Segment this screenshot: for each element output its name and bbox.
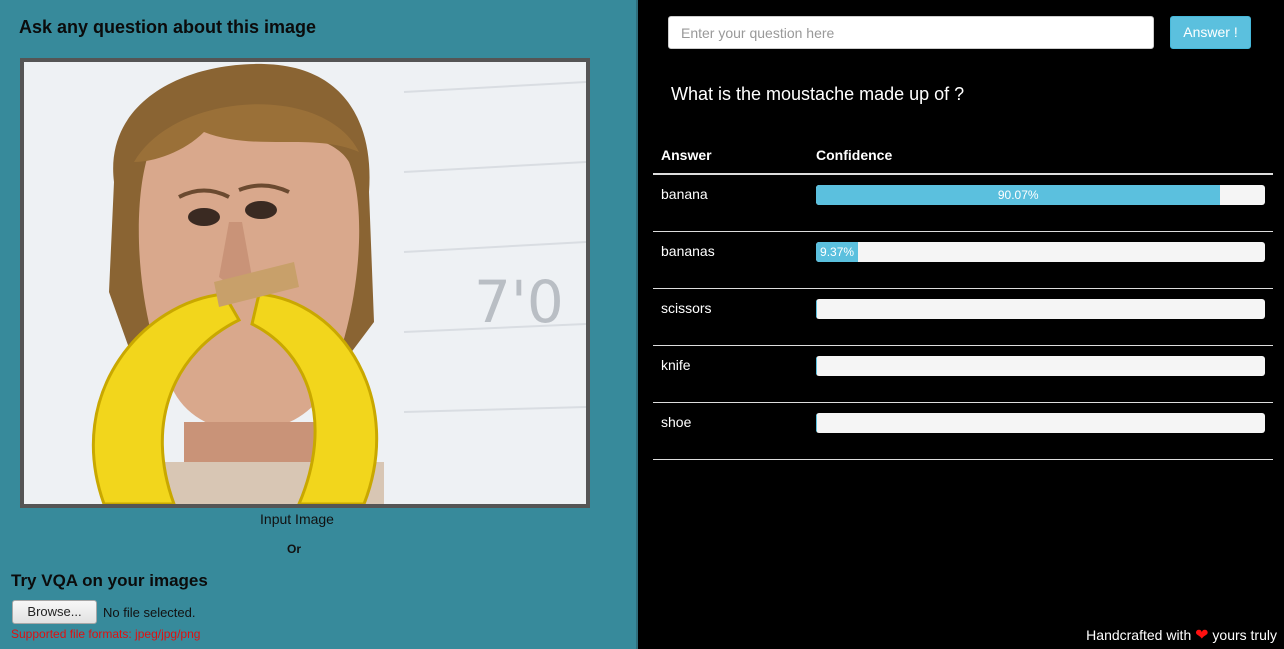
heart-icon: ❤ <box>1195 627 1209 644</box>
svg-text:7'0: 7'0 <box>474 268 564 336</box>
confidence-bar: 9.37% <box>816 242 1265 262</box>
footer: Handcrafted with ❤ yours truly <box>1086 625 1277 645</box>
footer-prefix: Handcrafted with <box>1086 627 1192 643</box>
result-row: banana 90.07% <box>653 175 1273 232</box>
confidence-bar <box>816 413 1265 433</box>
confidence-fill: 9.37% <box>816 242 859 262</box>
question-text: What is the moustache made up of ? <box>671 84 965 104</box>
answer-panel: Answer ! What is the moustache made up o… <box>638 0 1284 649</box>
panel-title: Ask any question about this image <box>19 17 317 37</box>
result-answer: bananas <box>661 243 715 259</box>
upload-title: Try VQA on your images <box>11 571 208 590</box>
result-answer: knife <box>661 357 691 373</box>
confidence-column-header: Confidence <box>816 147 893 163</box>
result-row: scissors <box>653 289 1273 346</box>
woman-banana-moustache-photo: 7'0 <box>24 62 586 504</box>
image-panel: Ask any question about this image 7'0 In… <box>0 0 636 649</box>
footer-suffix: yours truly <box>1212 627 1277 643</box>
confidence-fill: 90.07% <box>816 185 1221 205</box>
result-row: bananas 9.37% <box>653 232 1273 289</box>
question-input[interactable] <box>668 16 1154 49</box>
file-status: No file selected. <box>103 605 196 620</box>
or-separator: Or <box>286 542 301 556</box>
answer-column-header: Answer <box>661 147 712 163</box>
confidence-bar: 90.07% <box>816 185 1265 205</box>
supported-formats-note: Supported file formats: jpeg/jpg/png <box>11 627 201 641</box>
result-answer: banana <box>661 186 708 202</box>
confidence-bar <box>816 299 1265 319</box>
result-answer: scissors <box>661 300 712 316</box>
row-divider <box>653 459 1273 460</box>
result-answer: shoe <box>661 414 692 430</box>
confidence-fill <box>816 299 817 319</box>
input-image: 7'0 <box>20 58 590 508</box>
answer-button[interactable]: Answer ! <box>1170 16 1251 49</box>
confidence-bar <box>816 356 1265 376</box>
image-caption: Input Image <box>260 511 334 527</box>
browse-button[interactable]: Browse... <box>12 600 97 624</box>
result-row: shoe <box>653 403 1273 460</box>
result-row: knife <box>653 346 1273 403</box>
